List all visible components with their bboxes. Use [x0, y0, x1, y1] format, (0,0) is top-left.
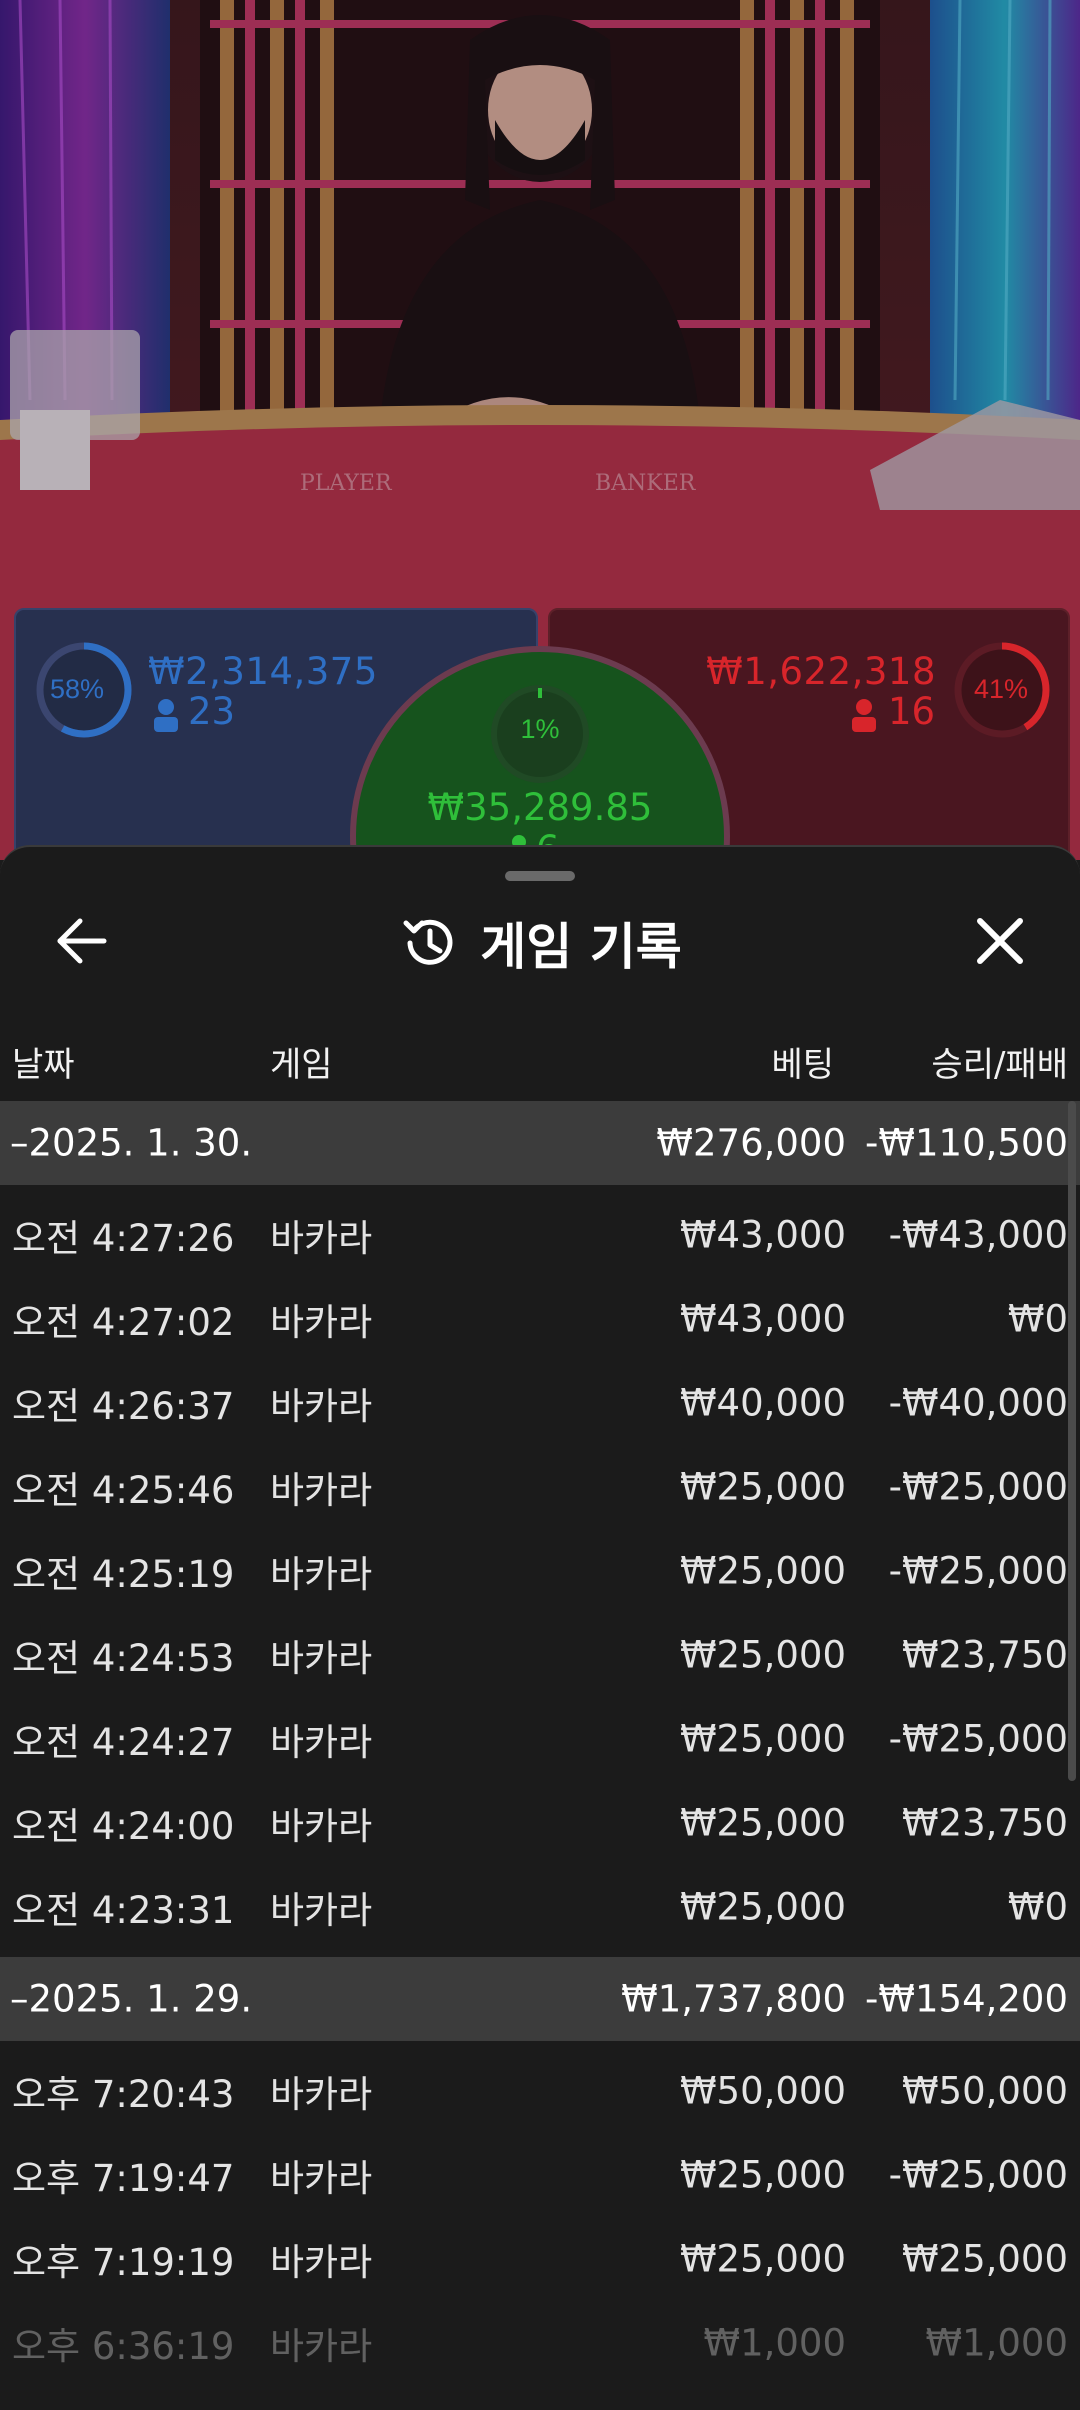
- banker-count: 16: [888, 690, 936, 733]
- row-bet: ₩25,000: [679, 1633, 846, 1677]
- row-game: 바카라: [270, 1385, 373, 1428]
- row-time: 오전 4:24:00: [12, 1805, 235, 1848]
- history-row[interactable]: 오전 4:23:31 바카라 ₩25,000 ₩0: [0, 1865, 1080, 1949]
- banker-person-icon: [852, 699, 876, 732]
- group-date: –2025. 1. 30.: [10, 1121, 253, 1165]
- history-row[interactable]: 오전 4:24:27 바카라 ₩25,000 -₩25,000: [0, 1697, 1080, 1781]
- row-time: 오전 4:27:02: [12, 1301, 235, 1344]
- history-row[interactable]: 오전 4:24:53 바카라 ₩25,000 ₩23,750: [0, 1613, 1080, 1697]
- row-game: 바카라: [270, 1301, 373, 1344]
- row-time: 오전 4:26:37: [12, 1385, 235, 1428]
- row-game: 바카라: [270, 1637, 373, 1680]
- group-bet-total: ₩276,000: [656, 1121, 846, 1165]
- history-icon: [403, 919, 453, 965]
- row-time: 오전 4:24:27: [12, 1721, 235, 1764]
- history-row[interactable]: 오후 7:19:47 바카라 ₩25,000 -₩25,000: [0, 2133, 1080, 2217]
- sheet-title: 게임 기록: [480, 918, 682, 976]
- row-game: 바카라: [270, 2157, 373, 2200]
- history-row[interactable]: 오후 7:20:43 바카라 ₩50,000 ₩50,000: [0, 2049, 1080, 2133]
- group-date: –2025. 1. 29.: [10, 1977, 253, 2021]
- group-result-total: -₩154,200: [865, 1977, 1068, 2021]
- row-result: ₩23,750: [901, 1633, 1068, 1677]
- history-row[interactable]: 오전 4:26:37 바카라 ₩40,000 -₩40,000: [0, 1361, 1080, 1445]
- row-bet: ₩43,000: [679, 1213, 846, 1257]
- row-result: ₩0: [1007, 1885, 1068, 1929]
- row-game: 바카라: [270, 2325, 373, 2368]
- history-row[interactable]: 오후 7:19:19 바카라 ₩25,000 ₩25,000: [0, 2217, 1080, 2301]
- banker-bet-amount: ₩1,622,318: [706, 650, 936, 693]
- row-time: 오후 7:20:43: [12, 2073, 235, 2116]
- history-row[interactable]: 오전 4:27:02 바카라 ₩43,000 ₩0: [0, 1277, 1080, 1361]
- game-history-sheet: 게임 기록 날짜 게임 베팅 승리/패배 –2025. 1. 30. ₩276,…: [0, 845, 1080, 2410]
- row-bet: ₩25,000: [679, 2153, 846, 2197]
- row-result: -₩25,000: [888, 1465, 1068, 1509]
- row-result: -₩25,000: [888, 1549, 1068, 1593]
- tie-percent: 1%: [520, 714, 560, 744]
- row-result: -₩40,000: [888, 1381, 1068, 1425]
- column-header-bet: 베팅: [771, 1045, 834, 1085]
- row-bet: ₩25,000: [679, 1801, 846, 1845]
- scrollbar[interactable]: [1068, 1101, 1076, 1781]
- row-result: -₩25,000: [888, 1717, 1068, 1761]
- row-result: ₩0: [1007, 1297, 1068, 1341]
- close-button[interactable]: [970, 911, 1030, 971]
- history-list[interactable]: –2025. 1. 30. ₩276,000 -₩110,500 오전 4:27…: [0, 1101, 1080, 2393]
- row-result: ₩23,750: [901, 1801, 1068, 1845]
- row-game: 바카라: [270, 2241, 373, 2284]
- row-time: 오전 4:25:46: [12, 1469, 235, 1512]
- history-row[interactable]: 오전 4:24:00 바카라 ₩25,000 ₩23,750: [0, 1781, 1080, 1865]
- row-bet: ₩1,000: [703, 2321, 846, 2365]
- row-time: 오후 6:36:19: [12, 2325, 235, 2368]
- row-time: 오전 4:24:53: [12, 1637, 235, 1680]
- row-result: -₩43,000: [888, 1213, 1068, 1257]
- row-time: 오전 4:27:26: [12, 1217, 235, 1260]
- row-bet: ₩25,000: [679, 1465, 846, 1509]
- group-bet-total: ₩1,737,800: [621, 1977, 846, 2021]
- row-game: 바카라: [270, 1553, 373, 1596]
- row-game: 바카라: [270, 1721, 373, 1764]
- row-game: 바카라: [270, 1469, 373, 1512]
- group-result-total: -₩110,500: [865, 1121, 1068, 1165]
- row-result: ₩1,000: [925, 2321, 1068, 2365]
- player-bet-amount: ₩2,314,375: [148, 650, 378, 693]
- close-icon: [977, 918, 1023, 964]
- row-game: 바카라: [270, 1805, 373, 1848]
- banker-percent: 41%: [974, 674, 1029, 704]
- row-bet: ₩25,000: [679, 2237, 846, 2281]
- row-bet: ₩25,000: [679, 1549, 846, 1593]
- row-time: 오전 4:25:19: [12, 1553, 235, 1596]
- row-result: -₩25,000: [888, 2153, 1068, 2197]
- row-bet: ₩25,000: [679, 1885, 846, 1929]
- row-bet: ₩50,000: [679, 2069, 846, 2113]
- row-bet: ₩43,000: [679, 1297, 846, 1341]
- history-row[interactable]: 오전 4:25:19 바카라 ₩25,000 -₩25,000: [0, 1529, 1080, 1613]
- row-result: ₩25,000: [901, 2237, 1068, 2281]
- row-time: 오후 7:19:47: [12, 2157, 235, 2200]
- row-bet: ₩40,000: [679, 1381, 846, 1425]
- column-header-game: 게임: [270, 1045, 333, 1085]
- tie-bet-amount: ₩35,289.85: [427, 786, 653, 829]
- column-header-result: 승리/패배: [931, 1045, 1068, 1085]
- row-game: 바카라: [270, 2073, 373, 2116]
- row-time: 오후 7:19:19: [12, 2241, 235, 2284]
- player-percent: 58%: [50, 674, 105, 704]
- row-game: 바카라: [270, 1889, 373, 1932]
- row-time: 오전 4:23:31: [12, 1889, 235, 1932]
- date-group-header[interactable]: –2025. 1. 30. ₩276,000 -₩110,500: [0, 1101, 1080, 1185]
- player-person-icon: [154, 699, 178, 732]
- drag-handle[interactable]: [505, 871, 575, 881]
- row-bet: ₩25,000: [679, 1717, 846, 1761]
- history-row[interactable]: 오전 4:27:26 바카라 ₩43,000 -₩43,000: [0, 1193, 1080, 1277]
- column-header-date: 날짜: [12, 1045, 75, 1085]
- history-row[interactable]: 오전 4:25:46 바카라 ₩25,000 -₩25,000: [0, 1445, 1080, 1529]
- row-result: ₩50,000: [901, 2069, 1068, 2113]
- player-count: 23: [188, 690, 236, 733]
- row-game: 바카라: [270, 1217, 373, 1260]
- date-group-header[interactable]: –2025. 1. 29. ₩1,737,800 -₩154,200: [0, 1957, 1080, 2041]
- history-row[interactable]: 오후 6:36:19 바카라 ₩1,000 ₩1,000: [0, 2301, 1080, 2385]
- sheet-header: 게임 기록: [0, 907, 1080, 977]
